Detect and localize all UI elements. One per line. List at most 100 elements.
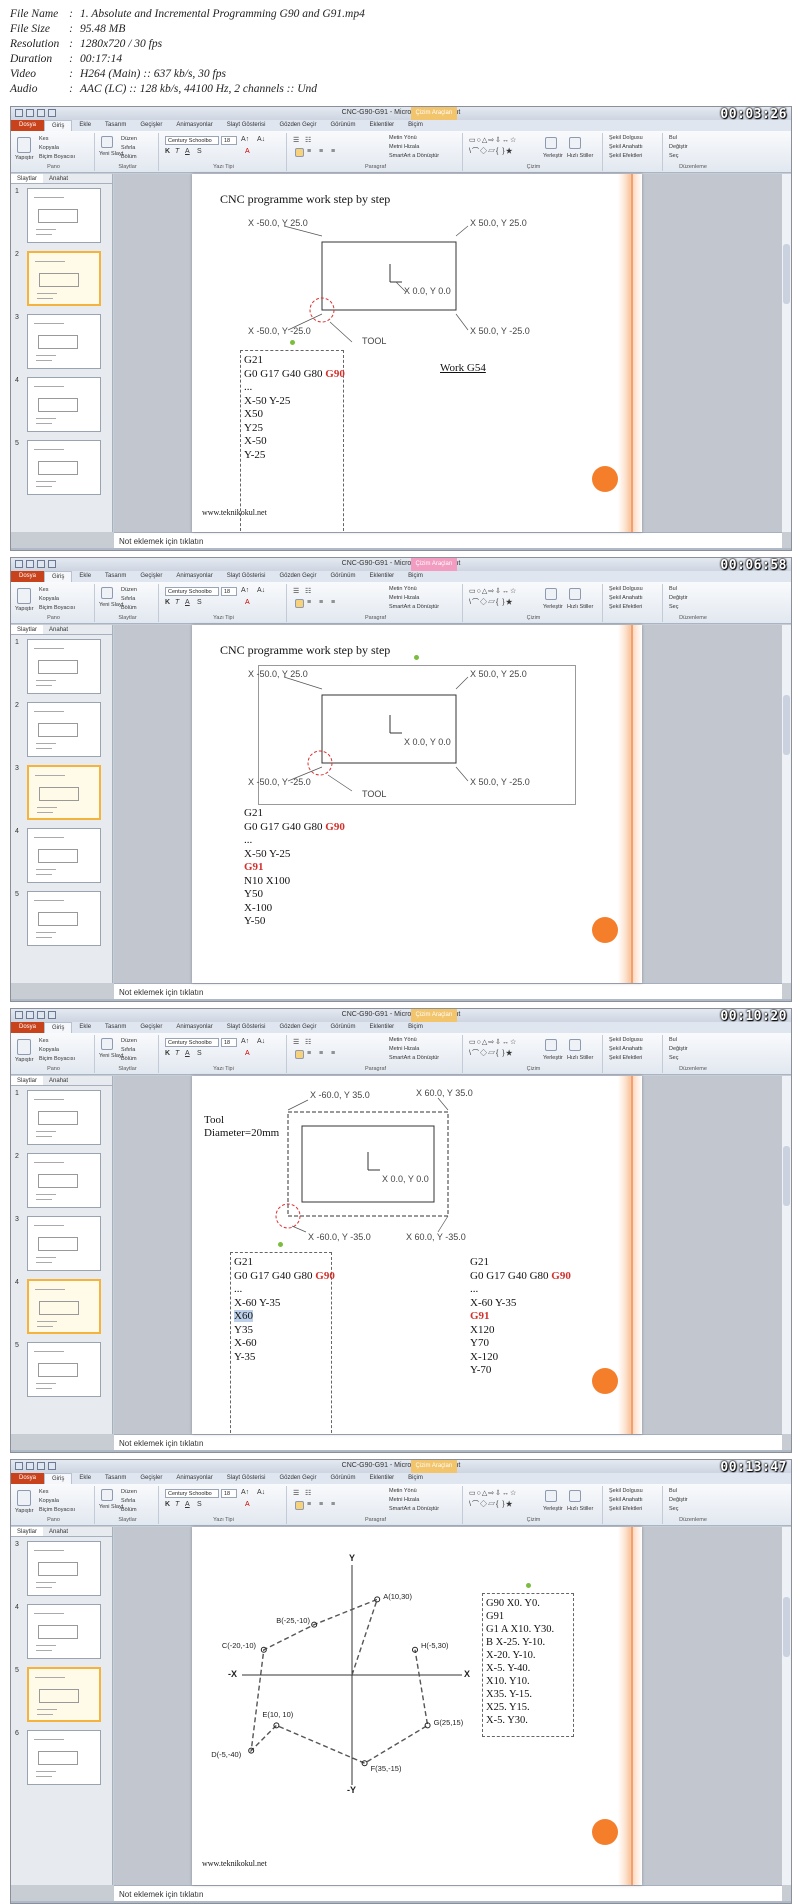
ribbon-tab[interactable]: Slayt Gösterisi (220, 1022, 273, 1033)
shape-effects-button[interactable]: Şekil Efektleri (609, 153, 642, 159)
ribbon-tab[interactable]: Dosya (11, 571, 45, 582)
shapes-gallery-icon[interactable]: ▭○△⇨⇩↔☆ (469, 1038, 517, 1046)
ribbon-tab[interactable]: Eklentiler (362, 1022, 401, 1033)
tab-outline[interactable]: Anahat (43, 1527, 74, 1536)
slide-thumbnail[interactable] (27, 1279, 101, 1334)
slide-thumbnail[interactable] (27, 251, 101, 306)
bullets-icon[interactable]: ☰ (293, 1489, 299, 1497)
shape-effects-button[interactable]: Şekil Efektleri (609, 1506, 642, 1512)
ribbon-tab[interactable]: Geçişler (133, 1473, 169, 1484)
bold-icon[interactable]: K (165, 599, 170, 606)
quick-styles-button[interactable]: Hızlı Stiller (567, 604, 593, 610)
shrink-font-icon[interactable]: A↓ (257, 136, 265, 143)
ribbon-tab[interactable]: Geçişler (133, 571, 169, 582)
align-left-icon[interactable] (295, 599, 304, 608)
ribbon-tab[interactable]: Eklentiler (362, 1473, 401, 1484)
ribbon-tab[interactable]: Biçim (401, 571, 430, 582)
format-painter-button[interactable]: Biçim Boyacısı (39, 1507, 75, 1513)
find-button[interactable]: Bul (669, 586, 677, 592)
shapes-gallery-icon[interactable]: ▭○△⇨⇩↔☆ (469, 1489, 517, 1497)
ribbon-tab[interactable]: Giriş (44, 120, 73, 131)
shape-fill-button[interactable]: Şekil Dolgusu (609, 586, 643, 592)
reset-button[interactable]: Sıfırla (121, 145, 135, 151)
replace-button[interactable]: Değiştir (669, 1046, 688, 1052)
slide-thumbnail[interactable] (27, 1342, 101, 1397)
align-right-icon[interactable]: ≡ (319, 148, 323, 155)
bullets-icon[interactable]: ☰ (293, 136, 299, 144)
italic-icon[interactable]: T (175, 148, 179, 155)
new-slide-icon[interactable] (101, 136, 113, 148)
underline-icon[interactable]: A (185, 1501, 190, 1508)
font-size-select[interactable]: 18 (221, 587, 237, 596)
italic-icon[interactable]: T (175, 1050, 179, 1057)
slide-thumbnail[interactable] (27, 188, 101, 243)
font-name-select[interactable]: Century Schoolbo (165, 1489, 219, 1498)
ribbon-tab[interactable]: Ekle (72, 120, 98, 131)
ribbon-tab[interactable]: Biçim (401, 1473, 430, 1484)
shapes-gallery-icon[interactable]: ▭○△⇨⇩↔☆ (469, 136, 517, 144)
ribbon-tab[interactable]: Tasarım (98, 571, 133, 582)
ribbon-tab[interactable]: Görünüm (323, 1022, 362, 1033)
tab-slides[interactable]: Slaytlar (11, 625, 44, 634)
shapes-gallery-icon[interactable]: \⌒◇▱{ }★ (469, 1048, 514, 1058)
align-text-button[interactable]: Metni Hizala (389, 1046, 419, 1052)
slide-thumbnail[interactable] (27, 1667, 101, 1722)
align-right-icon[interactable]: ≡ (319, 1501, 323, 1508)
ribbon-tab[interactable]: Geçişler (133, 1022, 169, 1033)
slide-thumbnail[interactable] (27, 314, 101, 369)
align-center-icon[interactable]: ≡ (307, 148, 311, 155)
font-color-icon[interactable]: A (245, 599, 250, 606)
section-button[interactable]: Bölüm (121, 1056, 137, 1062)
arrange-button[interactable]: Yerleştir (543, 1506, 563, 1512)
shrink-font-icon[interactable]: A↓ (257, 1489, 265, 1496)
ribbon-tab[interactable]: Ekle (72, 1022, 98, 1033)
ribbon-tab[interactable]: Dosya (11, 120, 45, 131)
shapes-gallery-icon[interactable]: \⌒◇▱{ }★ (469, 1499, 514, 1509)
ribbon-tab[interactable]: Animasyonlar (169, 120, 219, 131)
reset-button[interactable]: Sıfırla (121, 1498, 135, 1504)
ribbon-tab[interactable]: Geçişler (133, 120, 169, 131)
slide-scrollbar[interactable] (781, 174, 791, 532)
select-button[interactable]: Seç (669, 1055, 678, 1061)
rotate-handle[interactable] (290, 340, 295, 345)
tab-slides[interactable]: Slaytlar (11, 1076, 44, 1085)
arrange-button[interactable]: Yerleştir (543, 604, 563, 610)
align-text-button[interactable]: Metni Hizala (389, 595, 419, 601)
quick-styles-button[interactable]: Hızlı Stiller (567, 1055, 593, 1061)
select-button[interactable]: Seç (669, 604, 678, 610)
slide-thumbnail[interactable] (27, 639, 101, 694)
new-slide-icon[interactable] (101, 587, 113, 599)
ribbon-tab[interactable]: Slayt Gösterisi (220, 1473, 273, 1484)
text-direction-button[interactable]: Metin Yönü (389, 586, 417, 592)
arrange-button[interactable]: Yerleştir (543, 153, 563, 159)
paste-button[interactable]: Yapıştır (15, 1057, 34, 1063)
underline-icon[interactable]: A (185, 599, 190, 606)
quick-styles-icon[interactable] (569, 1490, 581, 1502)
quick-styles-icon[interactable] (569, 588, 581, 600)
align-center-icon[interactable]: ≡ (307, 1501, 311, 1508)
grow-font-icon[interactable]: A↑ (241, 136, 249, 143)
new-slide-icon[interactable] (101, 1038, 113, 1050)
tab-outline[interactable]: Anahat (43, 1076, 74, 1085)
bold-icon[interactable]: K (165, 1501, 170, 1508)
section-button[interactable]: Bölüm (121, 1507, 137, 1513)
align-center-icon[interactable]: ≡ (307, 599, 311, 606)
ribbon-tab[interactable]: Dosya (11, 1022, 45, 1033)
align-left-icon[interactable] (295, 1501, 304, 1510)
align-text-button[interactable]: Metni Hizala (389, 144, 419, 150)
quick-styles-icon[interactable] (569, 137, 581, 149)
underline-icon[interactable]: A (185, 1050, 190, 1057)
paste-icon[interactable] (17, 588, 31, 604)
arrange-icon[interactable] (545, 588, 557, 600)
shape-fill-button[interactable]: Şekil Dolgusu (609, 1037, 643, 1043)
ribbon-tab[interactable]: Görünüm (323, 120, 362, 131)
bold-icon[interactable]: K (165, 148, 170, 155)
font-color-icon[interactable]: A (245, 1501, 250, 1508)
font-size-select[interactable]: 18 (221, 136, 237, 145)
paste-icon[interactable] (17, 137, 31, 153)
copy-button[interactable]: Kopyala (39, 1047, 59, 1053)
underline-icon[interactable]: A (185, 148, 190, 155)
ribbon-tab[interactable]: Gözden Geçir (272, 1022, 323, 1033)
ribbon-tab[interactable]: Animasyonlar (169, 571, 219, 582)
slide-thumbnail[interactable] (27, 440, 101, 495)
